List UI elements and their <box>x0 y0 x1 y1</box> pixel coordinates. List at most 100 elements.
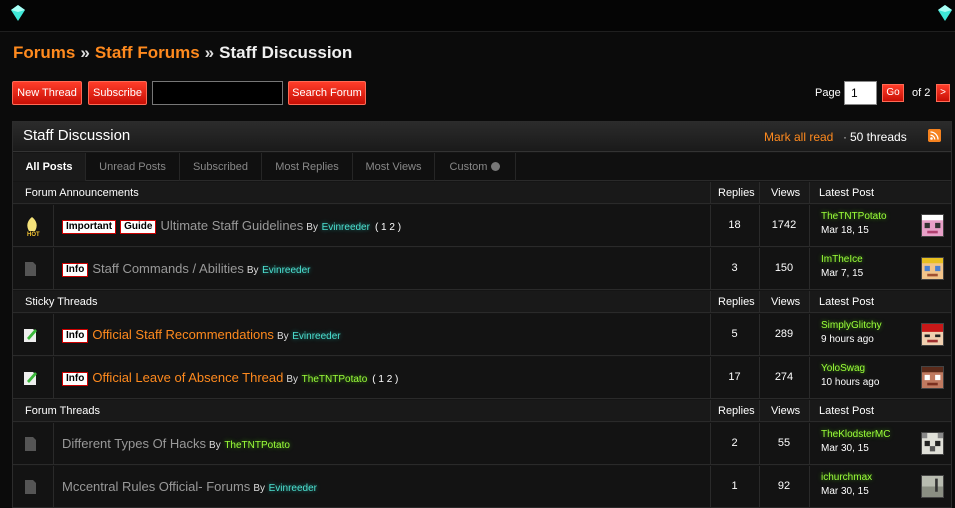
gear-icon <box>491 162 501 171</box>
last-post-user-link[interactable]: ichurchmax <box>821 472 872 483</box>
reply-count: 1 <box>731 480 738 492</box>
tab-most-views[interactable]: Most Views <box>353 153 435 181</box>
diamond-icon <box>938 5 952 21</box>
breadcrumb-separator: » <box>80 43 90 62</box>
column-replies: Replies <box>718 405 755 417</box>
avatar[interactable] <box>921 214 944 237</box>
last-post-date: Mar 30, 15 <box>821 443 869 454</box>
last-post-date: Mar 30, 15 <box>821 486 869 497</box>
page-label: Page <box>815 87 841 99</box>
avatar[interactable] <box>921 366 944 389</box>
page-title: Staff Discussion <box>219 43 353 62</box>
thread-title-line: Important Guide Ultimate Staff Guidelines B… <box>62 218 401 234</box>
table-row[interactable]: HOT Important Guide Ultimate Staff Guideli… <box>13 205 951 247</box>
column-latest-post: Latest Post <box>819 296 875 308</box>
thread-title-link[interactable]: Official Staff Recommendations <box>92 327 274 342</box>
reply-count: 18 <box>728 219 741 231</box>
view-count: 150 <box>774 262 794 274</box>
svg-text:HOT: HOT <box>27 232 40 237</box>
prefix-badge[interactable]: Info <box>62 263 89 277</box>
search-forum-button[interactable]: Search Forum <box>288 81 366 105</box>
table-row[interactable]: Info Staff Commands / Abilities By Evinree… <box>13 248 951 290</box>
tab-all-posts[interactable]: All Posts <box>13 153 86 181</box>
reply-count: 3 <box>731 262 738 274</box>
page-links[interactable]: ( 1 2 ) <box>375 222 401 233</box>
tab-custom-label: Custom <box>449 161 488 173</box>
last-post-user-link[interactable]: ImTheIce <box>821 254 863 265</box>
column-views: Views <box>771 405 801 417</box>
by-label: By <box>253 483 265 494</box>
view-count: 1742 <box>771 219 797 231</box>
thread-filter-tabs: All Posts Unread Posts Subscribed Most R… <box>13 153 951 181</box>
sticky-new-icon <box>24 329 37 342</box>
prefix-badge[interactable]: Important <box>62 220 117 234</box>
section-title: Forum Announcements <box>25 187 139 199</box>
by-label: By <box>286 374 299 385</box>
thread-author-link[interactable]: Evinreeder <box>292 331 340 342</box>
mark-all-read-link[interactable]: Mark all read <box>764 130 833 144</box>
thread-author-link[interactable]: Evinreeder <box>269 483 317 494</box>
thread-author-link[interactable]: TheTNTPotato <box>224 440 290 451</box>
thread-title-line: Mccentral Rules Official- Forums By Evinr… <box>62 479 317 494</box>
next-page-button[interactable]: > <box>936 84 950 102</box>
thread-title-link[interactable]: Staff Commands / Abilities <box>92 261 244 276</box>
avatar[interactable] <box>921 432 944 455</box>
by-label: By <box>306 222 318 233</box>
last-post-user-link[interactable]: YoloSwag <box>821 363 865 374</box>
column-replies: Replies <box>718 296 755 308</box>
table-row[interactable]: Info Official Staff Recommendations By Evi… <box>13 314 951 356</box>
thread-title-line: Info Official Staff Recommendations By Evi… <box>62 327 341 343</box>
sticky-new-icon <box>24 372 37 385</box>
search-forum-input[interactable] <box>152 81 283 105</box>
tab-unread-posts[interactable]: Unread Posts <box>86 153 180 181</box>
page-links[interactable]: ( 1 2 ) <box>372 374 398 385</box>
table-row[interactable]: Mccentral Rules Official- Forums By Evinr… <box>13 466 951 508</box>
thread-title-link[interactable]: Different Types Of Hacks <box>62 436 206 451</box>
prefix-badge[interactable]: Info <box>62 372 89 386</box>
diamond-icon <box>11 5 25 21</box>
avatar[interactable] <box>921 475 944 498</box>
last-post-user-link[interactable]: TheTNTPotato <box>821 211 887 222</box>
thread-read-icon <box>25 262 36 276</box>
column-replies: Replies <box>718 187 755 199</box>
prefix-badge[interactable]: Guide <box>120 220 157 234</box>
view-count: 274 <box>774 371 794 383</box>
tab-most-replies[interactable]: Most Replies <box>262 153 353 181</box>
new-thread-button[interactable]: New Thread <box>12 81 82 105</box>
column-views: Views <box>771 187 801 199</box>
thread-title-line: Info Official Leave of Absence Thread By T… <box>62 370 398 386</box>
avatar[interactable] <box>921 323 944 346</box>
thread-title-link[interactable]: Official Leave of Absence Thread <box>92 370 283 385</box>
avatar[interactable] <box>921 257 944 280</box>
go-button[interactable]: Go <box>882 84 904 102</box>
subscribe-button[interactable]: Subscribe <box>88 81 147 105</box>
thread-read-icon <box>25 480 36 494</box>
thread-author-link[interactable]: TheTNTPotato <box>302 374 368 385</box>
panel-title: Staff Discussion <box>23 127 131 144</box>
by-label: By <box>246 265 259 276</box>
separator-dot: · <box>843 130 847 144</box>
column-latest-post: Latest Post <box>819 405 875 417</box>
thread-title-link[interactable]: Ultimate Staff Guidelines <box>160 218 303 233</box>
last-post-user-link[interactable]: TheKlodsterMC <box>821 429 890 440</box>
hot-thread-icon: HOT <box>27 217 40 237</box>
thread-title-line: Different Types Of Hacks By TheTNTPotato <box>62 436 290 451</box>
last-post-user-link[interactable]: SimplyGlitchy <box>821 320 882 331</box>
by-label: By <box>209 440 221 451</box>
thread-read-icon <box>25 437 36 451</box>
view-count: 92 <box>777 480 791 492</box>
column-views: Views <box>771 296 801 308</box>
thread-author-link[interactable]: Evinreeder <box>322 222 370 233</box>
table-row[interactable]: Different Types Of Hacks By TheTNTPotato … <box>13 423 951 465</box>
prefix-badge[interactable]: Info <box>62 329 89 343</box>
breadcrumb-forums-link[interactable]: Forums <box>13 43 75 62</box>
rss-icon[interactable] <box>928 129 941 142</box>
page-number-input[interactable] <box>844 81 877 105</box>
tab-custom[interactable]: Custom <box>435 153 516 181</box>
thread-author-link[interactable]: Evinreeder <box>262 265 310 276</box>
table-row[interactable]: Info Official Leave of Absence Thread By T… <box>13 357 951 399</box>
page-count: of 2 <box>912 87 931 99</box>
tab-subscribed[interactable]: Subscribed <box>180 153 262 181</box>
thread-title-link[interactable]: Mccentral Rules Official- Forums <box>62 479 250 494</box>
breadcrumb-staff-forums-link[interactable]: Staff Forums <box>95 43 200 62</box>
